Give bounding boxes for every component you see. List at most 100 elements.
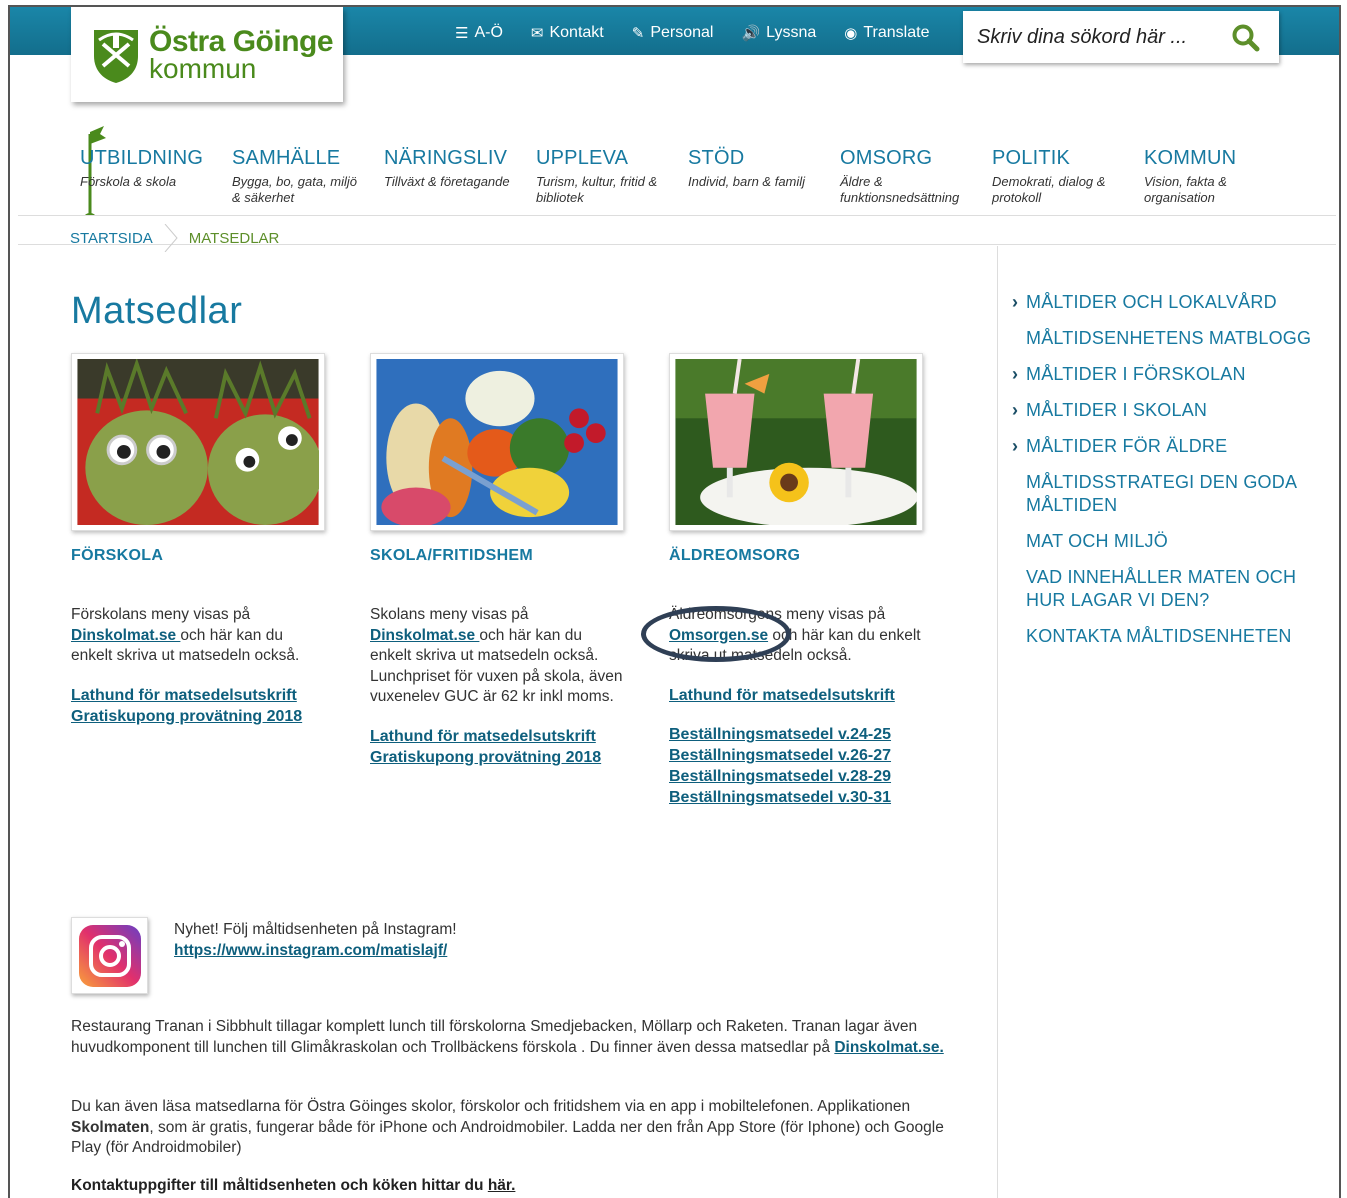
nav-subtitle: Bygga, bo, gata, miljö & säkerhet [232, 174, 358, 205]
search-icon[interactable] [1231, 23, 1261, 53]
sidebar-item-label: MÅLTIDER OCH LOKALVÅRD [1026, 292, 1277, 312]
forskola-text: Förskolans meny visas på Dinskolmat.se o… [71, 605, 325, 667]
nav-subtitle: Äldre & funktionsnedsättning [840, 174, 960, 205]
nav-title: NÄRINGSLIV [384, 147, 508, 169]
sidebar-item[interactable]: KONTAKTA MÅLTIDSENHETEN [1012, 625, 1322, 648]
sidebar-item-label: MAT OCH MILJÖ [1026, 531, 1168, 551]
text-fragment: Du kan även läsa matsedlarna för Östra G… [71, 1098, 911, 1115]
nav-utbildning[interactable]: UTBILDNING Förskola & skola [80, 147, 232, 206]
nav-title: STÖD [688, 147, 745, 169]
sidebar-item[interactable]: VAD INNEHÅLLER MATEN OCH HUR LAGAR VI DE… [1012, 566, 1322, 612]
text-fragment: Kontaktuppgifter till måltidsenheten och… [71, 1177, 488, 1194]
nav-samhalle[interactable]: SAMHÄLLE Bygga, bo, gata, miljö & säkerhe… [232, 147, 384, 206]
dinskolmat-link[interactable]: Dinskolmat.se [370, 627, 479, 644]
nav-omsorg[interactable]: OMSORG Äldre & funktionsnedsättning [840, 147, 992, 206]
sidebar-item[interactable]: MAT OCH MILJÖ [1012, 530, 1322, 553]
instagram-text: Nyhet! Följ måltidsenheten på Instagram!… [174, 919, 457, 961]
nav-subtitle: Turism, kultur, fritid & bibliotek [536, 174, 658, 205]
bestallningsmatsedel-link[interactable]: Beställningsmatsedel v.26-27 [669, 745, 923, 766]
forskola-links: Lathund för matsedelsutskrift Gratiskupo… [71, 685, 325, 727]
text-fragment: , som är gratis, fungerar både för iPhon… [71, 1118, 944, 1157]
nav-title: UPPLEVA [536, 147, 629, 169]
sidebar-item-label: KONTAKTA MÅLTIDSENHETEN [1026, 626, 1292, 646]
tool-lyssna[interactable]: 🔊 Lyssna [741, 24, 816, 42]
sidebar-item[interactable]: › MÅLTIDER OCH LOKALVÅRD [1012, 291, 1322, 314]
sidebar-item-label: VAD INNEHÅLLER MATEN OCH HUR LAGAR VI DE… [1026, 567, 1297, 610]
nav-title: OMSORG [840, 147, 933, 169]
vegetables-image [376, 359, 618, 525]
nav-stod[interactable]: STÖD Individ, barn & familj [688, 147, 840, 206]
instagram-link[interactable]: https://www.instagram.com/matislajf/ [174, 942, 447, 959]
logo-name: Östra Göinge [149, 24, 334, 58]
nav-naringsliv[interactable]: NÄRINGSLIV Tillväxt & företagande [384, 147, 536, 206]
tool-a-o[interactable]: ☰ A-Ö [455, 24, 503, 42]
contact-line: Kontaktuppgifter till måltidsenheten och… [71, 1177, 515, 1195]
nav-title: POLITIK [992, 147, 1071, 169]
card-aldreomsorg: ÄLDREOMSORG Äldreomsorgens meny visas på… [669, 353, 923, 808]
instagram-message: Nyhet! Följ måltidsenheten på Instagram! [174, 921, 457, 938]
skola-heading[interactable]: SKOLA/FRITIDSHEM [370, 547, 624, 565]
search-box [963, 11, 1279, 63]
apples-with-eyes-image [77, 359, 319, 525]
instagram-icon [79, 925, 141, 987]
main-navigation: UTBILDNING Förskola & skola SAMHÄLLE Bygga… [80, 147, 1296, 206]
bestallningsmatsedel-link[interactable]: Beställningsmatsedel v.30-31 [669, 787, 923, 808]
nav-politik[interactable]: POLITIK Demokrati, dialog & protokoll [992, 147, 1144, 206]
sidebar-item[interactable]: › MÅLTIDER FÖR ÄLDRE [1012, 435, 1322, 458]
breadcrumb-current: MATSEDLAR [188, 229, 280, 247]
sidebar-item[interactable]: › MÅLTIDER I FÖRSKOLAN [1012, 363, 1322, 386]
list-icon: ☰ [455, 25, 469, 42]
aldreomsorg-heading[interactable]: ÄLDREOMSORG [669, 547, 923, 565]
chevron-right-icon: › [1012, 292, 1019, 312]
nav-subtitle: Individ, barn & familj [688, 174, 806, 189]
skola-image[interactable] [370, 353, 624, 531]
chevron-right-icon: › [1012, 364, 1019, 384]
nav-title: SAMHÄLLE [232, 147, 341, 169]
sidebar-item-label: MÅLTIDER I FÖRSKOLAN [1026, 364, 1246, 384]
sidebar: › MÅLTIDER OCH LOKALVÅRD MÅLTIDSENHETENS … [997, 246, 1338, 1198]
contact-link[interactable]: här. [488, 1177, 516, 1194]
nav-subtitle: Förskola & skola [80, 174, 177, 189]
logo[interactable]: Östra Göinge kommun [71, 7, 343, 102]
gratiskupong-link[interactable]: Gratiskupong provätning 2018 [370, 747, 624, 768]
text-fragment: Restaurang Tranan i Sibbhult tillagar ko… [71, 1018, 918, 1056]
instagram-logo[interactable] [71, 917, 148, 994]
tool-kontakt[interactable]: ✉ Kontakt [531, 24, 604, 42]
sidebar-item-label: MÅLTIDSSTRATEGI DEN GODA MÅLTIDEN [1026, 472, 1297, 515]
gratiskupong-link[interactable]: Gratiskupong provätning 2018 [71, 706, 325, 727]
card-forskola: FÖRSKOLA Förskolans meny visas på Dinsko… [71, 353, 325, 727]
nav-kommun[interactable]: KOMMUN Vision, fakta & organisation [1144, 147, 1296, 206]
browser-frame: Östra Göinge kommun ☰ A-Ö ✉ Kontakt ✎ Perso… [8, 5, 1341, 1198]
skola-text: Skolans meny visas på Dinskolmat.se och … [370, 605, 624, 708]
sidebar-item[interactable]: MÅLTIDSENHETENS MATBLOGG [1012, 327, 1322, 350]
text-fragment: Skolans meny visas på [370, 606, 529, 623]
annotation-circle [641, 606, 791, 662]
text-fragment: Förskolans meny visas på [71, 606, 251, 623]
smoothies-image [675, 359, 917, 525]
dinskolmat-link[interactable]: Dinskolmat.se. [834, 1039, 943, 1056]
utility-toolbar: ☰ A-Ö ✉ Kontakt ✎ Personal 🔊 Lyssna ◉ Transla… [455, 24, 929, 42]
search-input[interactable] [977, 25, 1217, 49]
tool-personal[interactable]: ✎ Personal [632, 24, 714, 42]
pen-icon: ✎ [631, 25, 645, 42]
dinskolmat-link[interactable]: Dinskolmat.se [71, 627, 180, 644]
aldreomsorg-image[interactable] [669, 353, 923, 531]
lathund-link[interactable]: Lathund för matsedelsutskrift [71, 685, 325, 706]
sidebar-item[interactable]: › MÅLTIDER I SKOLAN [1012, 399, 1322, 422]
mail-icon: ✉ [530, 25, 544, 42]
bestallningsmatsedel-link[interactable]: Beställningsmatsedel v.24-25 [669, 724, 923, 745]
bestallningsmatsedel-link[interactable]: Beställningsmatsedel v.28-29 [669, 766, 923, 787]
tool-translate[interactable]: ◉ Translate [844, 24, 929, 42]
tranan-paragraph: Restaurang Tranan i Sibbhult tillagar ko… [71, 1017, 976, 1058]
tool-label: Lyssna [766, 24, 817, 41]
breadcrumb-home[interactable]: STARTSIDA [70, 230, 153, 247]
sidebar-item-label: MÅLTIDSENHETENS MATBLOGG [1026, 328, 1312, 348]
nav-uppleva[interactable]: UPPLEVA Turism, kultur, fritid & bibliote… [536, 147, 688, 206]
lathund-link[interactable]: Lathund för matsedelsutskrift [370, 726, 624, 747]
breadcrumb-separator-icon [164, 224, 178, 252]
forskola-image[interactable] [71, 353, 325, 531]
forskola-heading[interactable]: FÖRSKOLA [71, 547, 325, 565]
app-paragraph: Du kan även läsa matsedlarna för Östra G… [71, 1097, 976, 1159]
sidebar-item[interactable]: MÅLTIDSSTRATEGI DEN GODA MÅLTIDEN [1012, 471, 1322, 517]
lathund-link[interactable]: Lathund för matsedelsutskrift [669, 685, 923, 706]
